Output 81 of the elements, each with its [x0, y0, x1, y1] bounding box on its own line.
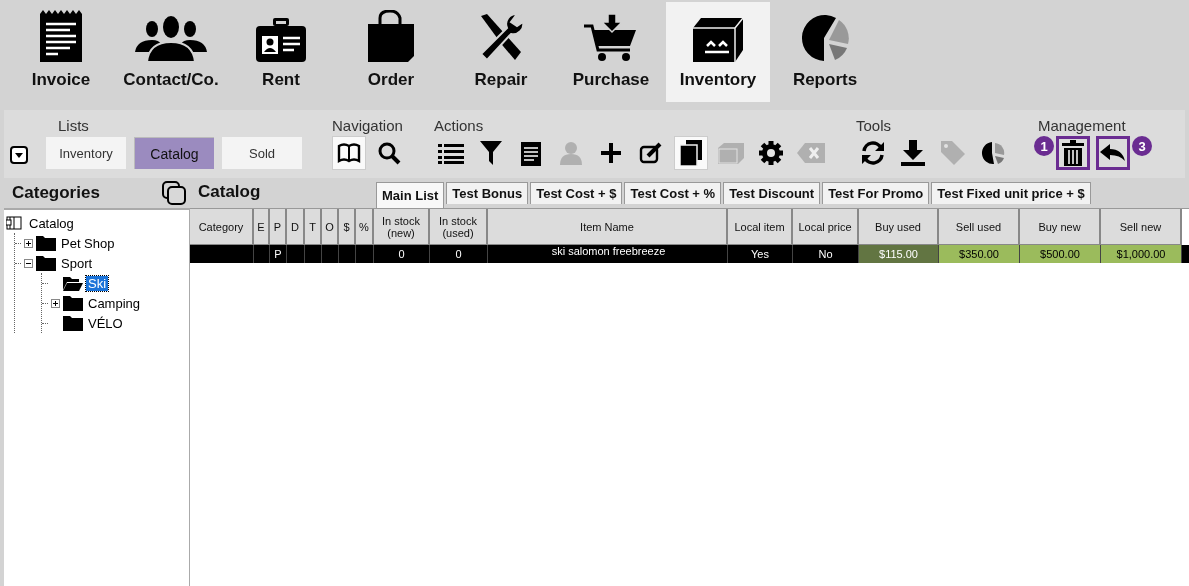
list-button[interactable]: Sold: [222, 137, 302, 169]
tab[interactable]: Test Discount: [723, 182, 821, 204]
tree-item[interactable]: Ski: [86, 275, 109, 291]
column-header[interactable]: Item Name: [488, 209, 728, 245]
column-header[interactable]: In stock (used): [430, 209, 488, 245]
group-title: Lists: [58, 117, 90, 134]
column-header[interactable]: Local item: [728, 209, 793, 245]
group-title: Tools: [856, 117, 893, 134]
module-tab[interactable]: Order: [336, 2, 446, 102]
table-cell: ski salomon freebreeze: [488, 245, 728, 263]
column-header[interactable]: Sell new: [1101, 209, 1182, 245]
tree-item[interactable]: Camping: [86, 295, 143, 311]
id-badge-icon: [256, 18, 306, 62]
table-cell: $115.00: [859, 245, 939, 263]
box-icon: [693, 18, 743, 62]
column-header[interactable]: P: [270, 209, 287, 245]
tab[interactable]: Test Bonus: [446, 182, 529, 204]
tab[interactable]: Main List: [376, 182, 445, 208]
copy-icon[interactable]: [162, 181, 186, 205]
panel-title: Catalog: [198, 182, 262, 202]
column-header[interactable]: O: [322, 209, 339, 245]
collapse-toggle[interactable]: [24, 258, 33, 268]
column-header[interactable]: $: [339, 209, 356, 245]
list-button[interactable]: Inventory: [46, 137, 126, 169]
column-header[interactable]: Category: [190, 209, 254, 245]
trash-icon[interactable]: [1056, 136, 1090, 170]
module-tab[interactable]: Rent: [226, 2, 336, 102]
column-header[interactable]: In stock (new): [374, 209, 430, 245]
module-tab[interactable]: Inventory: [666, 2, 770, 102]
tree-item[interactable]: Sport: [59, 255, 95, 271]
group-title: Navigation: [332, 117, 404, 134]
column-header[interactable]: %: [356, 209, 374, 245]
people-icon: [135, 16, 207, 62]
tab[interactable]: Test For Promo: [822, 182, 930, 204]
column-header[interactable]: Buy new: [1020, 209, 1101, 245]
module-tab[interactable]: Purchase: [556, 2, 666, 102]
table-cell: $500.00: [1020, 245, 1101, 263]
dropdown-icon[interactable]: [10, 146, 30, 166]
table-cell: 0: [374, 245, 430, 263]
folder-icon: [63, 315, 83, 331]
column-header[interactable]: T: [305, 209, 322, 245]
table-row[interactable]: P 0 0 ski salomon freebreeze Yes No $115.00 $350.00 $500.00 $1,000.00: [190, 245, 1189, 263]
column-header[interactable]: Buy used: [859, 209, 939, 245]
open-folder-icon: [63, 275, 83, 291]
column-header[interactable]: Sell used: [939, 209, 1020, 245]
table-cell: Yes: [728, 245, 793, 263]
module-tab[interactable]: Repair: [446, 2, 556, 102]
tree-item[interactable]: Pet Shop: [59, 235, 117, 251]
expand-toggle[interactable]: [24, 238, 33, 248]
number-badge: 1: [1034, 136, 1054, 156]
shopping-bag-icon: [368, 10, 414, 62]
back-icon[interactable]: [1096, 136, 1130, 170]
module-tab[interactable]: Contact/Co.: [116, 2, 226, 102]
tab[interactable]: Test Cost + $: [530, 182, 623, 204]
book-icon[interactable]: [332, 136, 366, 170]
tree-item[interactable]: VÉLO: [86, 315, 125, 331]
folder-icon: [63, 295, 83, 311]
module-tab[interactable]: Invoice: [6, 2, 116, 102]
column-header[interactable]: D: [287, 209, 305, 245]
tab[interactable]: Test Cost + %: [624, 182, 722, 204]
number-badge: 3: [1132, 136, 1152, 156]
group-title: Management: [1038, 117, 1127, 134]
table-cell: 0: [430, 245, 488, 263]
expand-toggle[interactable]: [51, 298, 60, 308]
notepad-icon: [40, 10, 82, 62]
list-button[interactable]: Catalog: [134, 137, 214, 169]
copy-icon[interactable]: [674, 136, 708, 170]
panel-title: Categories: [12, 183, 100, 203]
folder-icon: [36, 255, 56, 271]
tree-item[interactable]: Catalog: [27, 215, 76, 231]
module-tab[interactable]: Reports: [770, 2, 880, 102]
shopping-cart-icon: [584, 14, 638, 62]
group-title: Actions: [434, 117, 485, 134]
pie-chart-icon: [800, 14, 850, 62]
column-header[interactable]: Local price: [793, 209, 859, 245]
tab[interactable]: Test Fixed unit price + $: [931, 182, 1091, 204]
column-header[interactable]: E: [254, 209, 270, 245]
folder-icon: [36, 235, 56, 251]
table-cell: $1,000.00: [1101, 245, 1182, 263]
table-cell: $350.00: [939, 245, 1020, 263]
table-cell: P: [270, 245, 287, 263]
